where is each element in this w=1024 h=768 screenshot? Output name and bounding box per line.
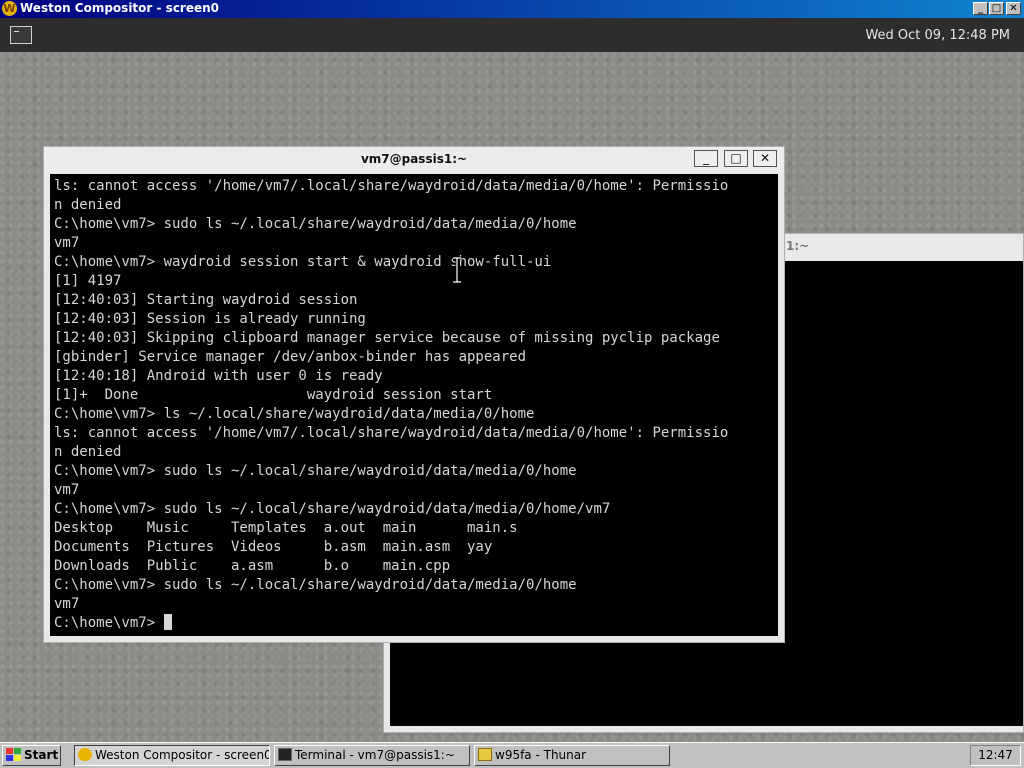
terminal-line: [gbinder] Service manager /dev/anbox-bin… (54, 349, 527, 365)
terminal-minimize-button[interactable]: _ (694, 150, 718, 167)
outer-window-title: Weston Compositor - screen0 (20, 1, 220, 15)
terminal-line: [12:40:03] Starting waydroid session (54, 292, 358, 308)
taskbar-item-label: Weston Compositor - screen0 (95, 748, 270, 762)
weston-icon (78, 748, 92, 761)
terminal-window[interactable]: vm7@passis1:~ _ □ ✕ ls: cannot access '/… (43, 146, 785, 643)
terminal-titlebar[interactable]: vm7@passis1:~ _ □ ✕ (44, 147, 784, 172)
outer-maximize-button[interactable]: □ (989, 2, 1004, 15)
terminal-back-title: 1:~ (786, 239, 810, 253)
taskbar-item-label: Terminal - vm7@passis1:~ (295, 748, 455, 762)
terminal-launcher-icon[interactable] (10, 26, 32, 44)
terminal-prompt: C:\home\vm7> (54, 615, 164, 631)
terminal-line: vm7 (54, 482, 80, 498)
terminal-close-button[interactable]: ✕ (753, 150, 777, 167)
terminal-line: [12:40:18] Android with user 0 is ready (54, 368, 383, 384)
terminal-line: C:\home\vm7> sudo ls ~/.local/share/wayd… (54, 577, 577, 593)
weston-panel: Wed Oct 09, 12:48 PM (0, 18, 1024, 52)
terminal-line: n denied (54, 197, 122, 213)
terminal-line: ls: cannot access '/home/vm7/.local/shar… (54, 425, 729, 441)
terminal-line: [12:40:03] Skipping clipboard manager se… (54, 330, 720, 346)
terminal-line: C:\home\vm7> sudo ls ~/.local/share/wayd… (54, 501, 611, 517)
terminal-line: Documents Pictures Videos b.asm main.asm… (54, 539, 493, 555)
taskbar-item-thunar[interactable]: w95fa - Thunar (474, 745, 670, 766)
start-label: Start (24, 748, 59, 762)
terminal-line: n denied (54, 444, 122, 460)
terminal-line: C:\home\vm7> waydroid session start & wa… (54, 254, 552, 270)
terminal-line: C:\home\vm7> sudo ls ~/.local/share/wayd… (54, 216, 577, 232)
terminal-line: vm7 (54, 235, 80, 251)
taskbar-clock: 12:47 (970, 745, 1021, 766)
folder-icon (478, 748, 492, 761)
terminal-line: [12:40:03] Session is already running (54, 311, 366, 327)
terminal-icon (278, 748, 292, 761)
outer-close-button[interactable]: ✕ (1006, 2, 1021, 15)
terminal-line: Downloads Public a.asm b.o main.cpp (54, 558, 451, 574)
terminal-maximize-button[interactable]: □ (724, 150, 748, 167)
outer-window-titlebar: W Weston Compositor - screen0 _ □ ✕ (0, 0, 1024, 18)
taskbar-item-terminal[interactable]: Terminal - vm7@passis1:~ (274, 745, 470, 766)
terminal-line: [1]+ Done waydroid session start (54, 387, 493, 403)
taskbar-item-label: w95fa - Thunar (495, 748, 587, 762)
terminal-line: [1] 4197 (54, 273, 122, 289)
start-button[interactable]: Start (2, 745, 61, 766)
terminal-output: ls: cannot access '/home/vm7/.local/shar… (50, 174, 778, 633)
terminal-line: C:\home\vm7> sudo ls ~/.local/share/wayd… (54, 463, 577, 479)
terminal-line: C:\home\vm7> ls ~/.local/share/waydroid/… (54, 406, 535, 422)
taskbar: Start Weston Compositor - screen0 Termin… (0, 742, 1024, 768)
panel-clock: Wed Oct 09, 12:48 PM (865, 28, 1010, 43)
weston-icon: W (2, 1, 17, 16)
ibeam-cursor-icon (453, 256, 461, 284)
windows-logo-icon (6, 748, 22, 762)
outer-minimize-button[interactable]: _ (973, 2, 988, 15)
terminal-title: vm7@passis1:~ (360, 152, 468, 166)
taskbar-item-weston[interactable]: Weston Compositor - screen0 (74, 745, 270, 766)
text-cursor (163, 614, 172, 630)
terminal-line: vm7 (54, 596, 80, 612)
terminal-content[interactable]: ls: cannot access '/home/vm7/.local/shar… (50, 174, 778, 636)
terminal-line: Desktop Music Templates a.out main main.… (54, 520, 518, 536)
terminal-line: ls: cannot access '/home/vm7/.local/shar… (54, 178, 729, 194)
